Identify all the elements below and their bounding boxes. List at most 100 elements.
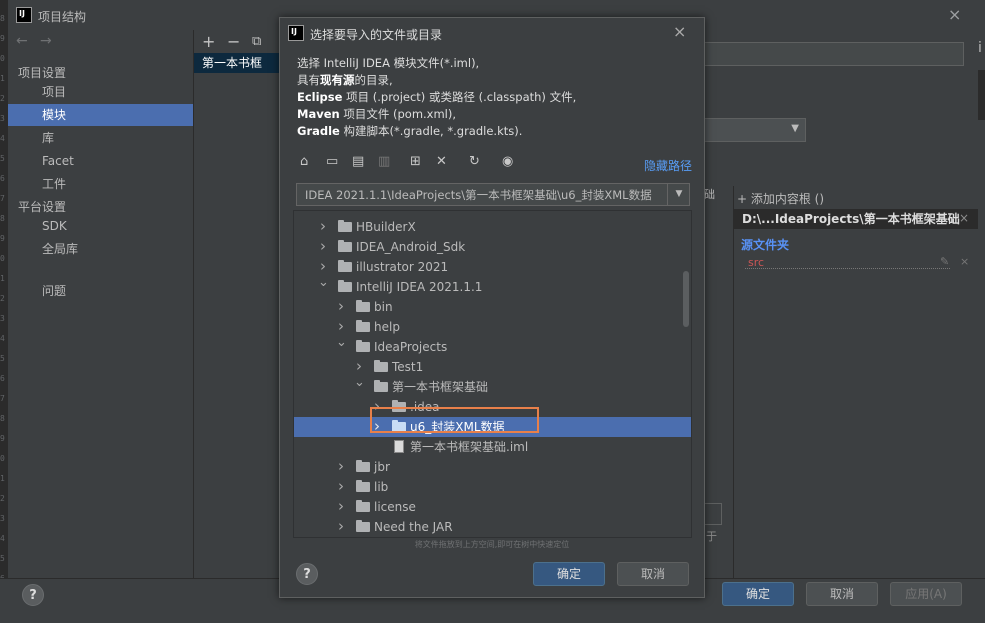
intellij-logo-icon: IJ (288, 25, 304, 41)
tree-row[interactable]: ⌄ IdeaProjects (294, 335, 691, 357)
annotation-highlight-box (370, 407, 539, 433)
sidebar-item-artifacts[interactable]: 工件 (8, 173, 194, 195)
project-folder-icon[interactable]: ▤ (352, 154, 364, 169)
tree-row[interactable]: ⌄ IntelliJ IDEA 2021.1.1 (294, 275, 691, 297)
chevron-right-icon[interactable]: › (318, 216, 328, 236)
path-input[interactable]: IDEA 2021.1.1\IdeaProjects\第一本书框架基础\u6_封… (296, 183, 690, 206)
chevron-right-icon[interactable]: › (336, 516, 346, 536)
folder-icon (356, 500, 370, 512)
tree-row[interactable]: › IDEA_Android_Sdk (294, 237, 691, 257)
gutter-line-number: 4 (0, 334, 5, 343)
dialog-ok-button[interactable]: 确定 (533, 562, 605, 586)
add-content-root-button[interactable]: + 添加内容根 () (737, 190, 824, 207)
tree-row[interactable]: 第一本书框架基础.iml (294, 437, 691, 457)
sidebar-item-global-libraries[interactable]: 全局库 (8, 238, 194, 260)
sidebar-item-sdk[interactable]: SDK (8, 215, 194, 237)
description-line-5: Gradle 构建脚本(*.gradle, *.gradle.kts). (297, 124, 523, 138)
gutter-line-number: 1 (0, 474, 5, 483)
forward-arrow-icon[interactable]: → (40, 33, 52, 49)
sidebar-item-modules[interactable]: 模块 (8, 104, 194, 126)
path-history-dropdown-icon[interactable]: ▼ (667, 184, 690, 205)
tree-row-label: illustrator 2021 (356, 260, 449, 274)
module-list-item[interactable]: 第一本书框 (194, 53, 284, 73)
chevron-down-icon[interactable]: ⌄ (318, 273, 329, 293)
chevron-right-icon[interactable]: › (336, 476, 346, 496)
gutter-line-number: 6 (0, 374, 5, 383)
ok-button[interactable]: 确定 (722, 582, 794, 606)
tree-row[interactable]: › help (294, 317, 691, 337)
tree-row-label: help (374, 320, 400, 334)
folder-icon (374, 360, 388, 372)
edit-pencil-icon[interactable]: ✎ (940, 255, 949, 268)
tree-row[interactable]: ⌄ 第一本书框架基础 (294, 375, 691, 397)
chevron-down-icon[interactable]: ⌄ (336, 333, 347, 353)
remove-module-button[interactable]: − (227, 32, 240, 51)
partial-label: 于 (706, 530, 717, 543)
gutter-line-number: 3 (0, 314, 5, 323)
hide-path-link[interactable]: 隐藏路径 (644, 157, 692, 174)
chevron-right-icon[interactable]: › (336, 456, 346, 476)
folder-icon (338, 260, 352, 272)
gutter-line-number: 7 (0, 394, 5, 403)
folder-icon (356, 480, 370, 492)
refresh-icon[interactable]: ↻ (469, 154, 480, 169)
back-arrow-icon[interactable]: ← (16, 33, 28, 49)
tree-row[interactable]: › jbr (294, 457, 691, 477)
gutter-line-number: 6 (0, 174, 5, 183)
gutter-line-number: 7 (0, 194, 5, 203)
language-level-select[interactable]: ▼ (704, 118, 806, 142)
tree-scrollbar[interactable] (683, 271, 689, 327)
tab-fragment-label: 础 (704, 188, 715, 201)
project-settings-header: 项目设置 (18, 66, 67, 80)
remove-content-root-icon[interactable]: × (959, 211, 969, 225)
gutter-line-number: 9 (0, 34, 5, 43)
dialog-close-button[interactable]: × (673, 22, 686, 41)
apply-button[interactable]: 应用(A) (890, 582, 962, 606)
help-button[interactable]: ? (22, 584, 44, 606)
gutter-line-number: 5 (0, 354, 5, 363)
gutter-line-number: 1 (0, 274, 5, 283)
home-icon[interactable]: ⌂ (300, 154, 308, 169)
remove-source-icon[interactable]: × (960, 255, 969, 268)
dialog-cancel-button[interactable]: 取消 (617, 562, 689, 586)
chevron-down-icon[interactable]: ⌄ (354, 373, 365, 393)
tree-row[interactable]: › bin (294, 297, 691, 317)
description-line-1: 选择 IntelliJ IDEA 模块文件(*.iml), (297, 56, 480, 70)
tree-row[interactable]: › Need the JAR (294, 517, 691, 537)
sidebar-item-facet[interactable]: Facet (8, 150, 194, 172)
copy-module-button[interactable]: ⧉ (252, 34, 261, 49)
gutter-line-number: 9 (0, 234, 5, 243)
tree-row[interactable]: › license (294, 497, 691, 517)
module-list-item-label: 第一本书框 (202, 56, 263, 70)
tree-row[interactable]: › lib (294, 477, 691, 497)
delete-icon[interactable]: ✕ (436, 154, 447, 169)
chevron-right-icon[interactable]: › (336, 296, 346, 316)
tree-row-label: IdeaProjects (374, 340, 448, 354)
chevron-right-icon[interactable]: › (318, 236, 328, 256)
window-close-button[interactable]: × (948, 5, 961, 24)
platform-settings-header: 平台设置 (18, 200, 67, 214)
sidebar-item-project[interactable]: 项目 (8, 81, 194, 103)
source-folders-title: 源文件夹 (741, 238, 790, 252)
dialog-title: 选择要导入的文件或目录 (310, 28, 443, 42)
chevron-down-icon: ▼ (791, 123, 799, 134)
chevron-right-icon[interactable]: › (336, 496, 346, 516)
sidebar-item-problems[interactable]: 问题 (8, 280, 194, 302)
show-hidden-icon[interactable]: ◉ (502, 154, 513, 169)
settings-sidebar: ← → 项目设置 项目 模块 库 Facet 工件 平台设置 SDK 全局库 问… (8, 30, 194, 578)
gutter-line-number: 3 (0, 514, 5, 523)
cancel-button[interactable]: 取消 (806, 582, 878, 606)
gutter-line-number: 2 (0, 94, 5, 103)
folder-icon (356, 300, 370, 312)
exclude-field[interactable] (704, 503, 722, 525)
tree-row[interactable]: › HBuilderX (294, 217, 691, 237)
module-folder-icon[interactable]: ▥ (378, 154, 390, 169)
dialog-help-button[interactable]: ? (296, 563, 318, 585)
module-name-field[interactable] (704, 42, 964, 66)
tree-row[interactable]: › illustrator 2021 (294, 257, 691, 277)
desktop-icon[interactable]: ▭ (326, 154, 338, 169)
sidebar-item-libraries[interactable]: 库 (8, 127, 194, 149)
new-folder-icon[interactable]: ⊞ (410, 154, 421, 169)
add-module-button[interactable]: + (202, 32, 215, 51)
file-chooser-toolbar: ⌂ ▭ ▤ ▥ ⊞ ✕ ↻ ◉ 隐藏路径 (280, 151, 704, 177)
